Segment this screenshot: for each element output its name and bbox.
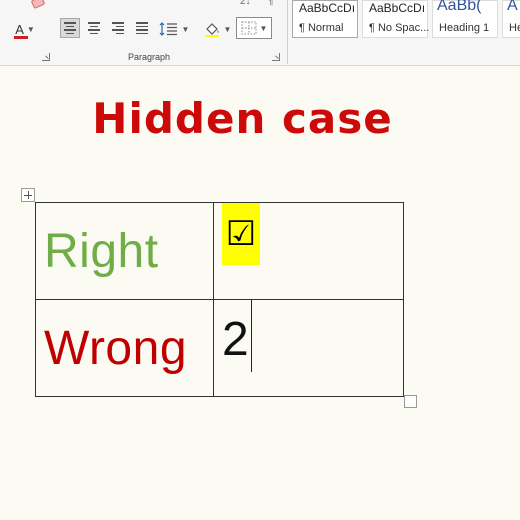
style-name: He (509, 22, 520, 34)
sort-icon[interactable]: 2↓ (240, 0, 251, 7)
align-right-button[interactable] (108, 18, 128, 38)
line-spacing-button[interactable]: ▼ (158, 19, 190, 39)
wrong-label: Wrong (44, 321, 188, 375)
chevron-down-icon[interactable]: ▼ (182, 25, 190, 34)
ribbon: A ▼ ▼ ▼ ▼ 2↓ ¶ Paragraph AaBbCcDı ¶ Norm… (0, 0, 520, 66)
chevron-down-icon[interactable]: ▼ (224, 25, 232, 34)
style-name: ¶ Normal (299, 22, 344, 34)
text-cursor (251, 300, 252, 372)
table-move-handle-icon[interactable] (21, 188, 35, 202)
shading-button[interactable]: ▼ (200, 19, 234, 39)
cell-value: 2 (222, 313, 249, 366)
table-row: Right ☑ (35, 202, 404, 300)
style-preview: AaBbCcDı (369, 1, 426, 15)
style-heading-2[interactable]: A He (502, 0, 520, 38)
document-title[interactable]: Hidden case (0, 94, 485, 143)
borders-button[interactable]: ▼ (236, 17, 272, 39)
checkbox-checked-icon: ☑ (222, 203, 260, 265)
style-preview: AaBb( (437, 0, 482, 14)
style-no-spacing[interactable]: AaBbCcDı ¶ No Spac... (362, 0, 430, 38)
style-name: ¶ No Spac... (369, 22, 430, 34)
document-table: Right ☑ Wrong 2 (35, 202, 404, 397)
font-dialog-launcher-icon[interactable] (42, 53, 50, 61)
style-preview: AaBbCcDı (299, 1, 356, 15)
show-marks-icon[interactable]: ¶ (268, 0, 273, 7)
paragraph-group-label: Paragraph (128, 52, 171, 62)
alignment-group (60, 18, 152, 38)
table-cell[interactable]: ☑ (213, 202, 404, 300)
paragraph-dialog-launcher-icon[interactable] (272, 53, 280, 61)
font-color-button[interactable]: A ▼ (8, 20, 42, 39)
style-name: Heading 1 (439, 22, 490, 34)
style-preview: A (507, 0, 518, 14)
chevron-down-icon[interactable]: ▼ (27, 25, 35, 34)
table-cell[interactable]: 2 (213, 299, 404, 397)
paint-bucket-icon (204, 23, 219, 37)
justify-button[interactable] (132, 18, 152, 38)
chevron-down-icon[interactable]: ▼ (260, 24, 268, 33)
font-color-icon: A (15, 21, 24, 37)
align-left-button[interactable] (60, 18, 80, 38)
font-color-bar (14, 36, 28, 39)
borders-icon (241, 21, 257, 35)
table-cell[interactable]: Right (35, 202, 214, 300)
style-heading-1[interactable]: AaBb( Heading 1 (432, 0, 498, 38)
styles-gallery: AaBbCcDı ¶ Normal AaBbCcDı ¶ No Spac... … (292, 0, 520, 38)
table-row: Wrong 2 (35, 299, 404, 397)
group-separator (287, 0, 288, 64)
line-spacing-icon (159, 22, 177, 36)
align-center-button[interactable] (84, 18, 104, 38)
right-label: Right (44, 224, 159, 278)
table-resize-handle-icon[interactable] (404, 395, 417, 408)
clear-formatting-icon[interactable] (30, 0, 46, 10)
table-cell[interactable]: Wrong (35, 299, 214, 397)
style-normal[interactable]: AaBbCcDı ¶ Normal (292, 0, 358, 38)
